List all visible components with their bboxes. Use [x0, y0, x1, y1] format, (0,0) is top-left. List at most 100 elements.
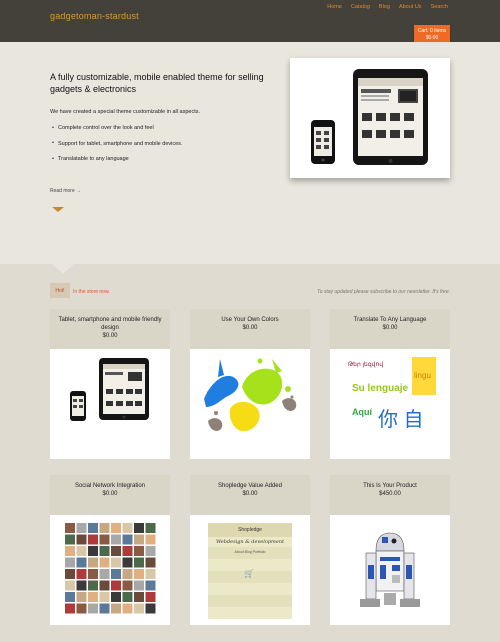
newsletter-note[interactable]: To stay updated please subscribe to our …	[317, 289, 450, 295]
avatar-thumb	[88, 603, 98, 614]
avatar-thumb	[88, 592, 98, 602]
feature-item: Support for tablet, smartphone and mobil…	[52, 140, 182, 147]
site-brand[interactable]: gadgetoman-stardust	[50, 11, 139, 21]
avatar-thumb	[76, 557, 87, 568]
product-price: $450.00	[379, 490, 401, 497]
avatar-thumb	[145, 546, 156, 556]
avatar-thumb	[122, 523, 133, 533]
product-name[interactable]: Shopledge Value Added	[196, 483, 304, 491]
lang-side-text: lingu	[414, 371, 431, 380]
avatar-thumb	[111, 580, 121, 591]
nav-about-us[interactable]: About Us	[399, 4, 422, 10]
section-notch	[52, 264, 74, 274]
avatar-thumb	[111, 603, 121, 614]
avatar-thumb	[76, 569, 87, 579]
product-price: $0.00	[382, 324, 398, 331]
avatar-thumb	[134, 603, 144, 614]
product-image-paint-splashes[interactable]	[190, 349, 310, 459]
avatar-thumb	[145, 603, 156, 614]
product-caption: Tablet, smartphone and mobile friendly d…	[50, 309, 170, 349]
avatar-thumb	[99, 557, 110, 568]
product-card[interactable]: Social Network Integration $0.00	[50, 475, 170, 625]
lang-armenian: Թեր լեզվով	[348, 362, 384, 368]
cart-icon: 🛒	[244, 569, 254, 578]
product-name[interactable]: Use Your Own Colors	[196, 317, 304, 325]
product-price: $0.00	[102, 490, 118, 497]
avatar-thumb	[76, 534, 87, 545]
avatar-thumb	[76, 523, 87, 533]
nav-blog[interactable]: Blog	[379, 4, 390, 10]
product-price: $0.00	[242, 490, 258, 497]
slide-indicator-icon[interactable]	[52, 207, 64, 212]
product-image-shopledge[interactable]: Shopledge Webdesign & development About …	[190, 515, 310, 625]
lang-aqui: Aquí	[352, 407, 372, 417]
product-card[interactable]: Translate To Any Language $0.00 lingu Թե…	[330, 309, 450, 459]
avatar-thumb	[145, 534, 156, 545]
avatar-thumb	[122, 546, 133, 556]
product-caption: Shopledge Value Added $0.00	[190, 475, 310, 515]
lang-chinese: 你 自	[378, 409, 424, 431]
avatar-thumb	[111, 557, 121, 568]
cart-items: Cart: 0 items	[417, 28, 447, 34]
product-name[interactable]: Translate To Any Language	[336, 317, 444, 325]
avatar-thumb	[134, 557, 144, 568]
avatar-thumb	[122, 603, 133, 614]
product-card[interactable]: This Is Your Product $450.00	[330, 475, 450, 625]
product-name[interactable]: Tablet, smartphone and mobile friendly d…	[56, 317, 164, 333]
nav-home[interactable]: Home	[327, 4, 342, 10]
nav-catalog[interactable]: Catalog	[351, 4, 370, 10]
avatar-thumb	[122, 557, 133, 568]
avatar-thumb	[99, 592, 110, 602]
avatar-thumb	[122, 592, 133, 602]
avatar-thumb	[65, 523, 75, 533]
product-price: $0.00	[102, 332, 118, 339]
avatar-thumb	[88, 557, 98, 568]
avatar-thumb	[111, 569, 121, 579]
product-caption: Use Your Own Colors $0.00	[190, 309, 310, 349]
hero-lead: We have created a special theme customiz…	[50, 109, 201, 115]
avatar-thumb	[65, 603, 75, 614]
hero-title: A fully customizable, mobile enabled the…	[50, 72, 264, 94]
avatar-thumb	[134, 592, 144, 602]
feature-item: Complete control over the look and feel	[52, 125, 182, 132]
avatar-thumb	[134, 546, 144, 556]
product-card[interactable]: Tablet, smartphone and mobile friendly d…	[50, 309, 170, 459]
avatar-thumb	[99, 569, 110, 579]
avatar-thumb	[65, 534, 75, 545]
product-image-devices[interactable]	[50, 349, 170, 459]
product-image-languages[interactable]: lingu Թեր լեզվով Su lenguaje Aquí 你 自	[330, 349, 450, 459]
product-price: $0.00	[242, 324, 258, 331]
nav-search[interactable]: Search	[431, 4, 448, 10]
product-card[interactable]: Shopledge Value Added $0.00 Shopledge We…	[190, 475, 310, 625]
avatar-thumb	[76, 580, 87, 591]
product-card[interactable]: Use Your Own Colors $0.00	[190, 309, 310, 459]
avatar-thumb	[99, 580, 110, 591]
lang-spanish: Su lenguaje	[352, 383, 409, 394]
avatar-thumb	[65, 592, 75, 602]
shopledge-page: Shopledge Webdesign & development About …	[208, 523, 292, 619]
avatar-thumb	[88, 569, 98, 579]
shopledge-script: Webdesign & development	[216, 539, 284, 545]
avatar-thumb	[134, 569, 144, 579]
hero-devices-image	[290, 58, 450, 178]
avatar-thumb	[88, 546, 98, 556]
product-caption: Social Network Integration $0.00	[50, 475, 170, 515]
avatar-thumb	[111, 592, 121, 602]
store-section: Hot! In the store now. To stay updated p…	[0, 264, 500, 642]
avatar-thumb	[145, 580, 156, 591]
avatar-thumb	[88, 534, 98, 545]
product-image-robot[interactable]	[330, 515, 450, 625]
shopledge-menu: About Blog Portfolio	[234, 550, 266, 554]
avatar-thumb	[134, 534, 144, 545]
hero-section: A fully customizable, mobile enabled the…	[0, 42, 500, 264]
product-name[interactable]: Social Network Integration	[56, 483, 164, 491]
cart-total: $0.00	[425, 35, 439, 41]
product-image-social-grid[interactable]	[50, 515, 170, 625]
product-name[interactable]: This Is Your Product	[336, 483, 444, 491]
hot-badge: Hot!	[50, 283, 70, 298]
read-more-link[interactable]: Read more →	[50, 188, 81, 194]
avatar-thumb	[122, 534, 133, 545]
avatar-thumb	[88, 580, 98, 591]
main-nav: Home Catalog Blog About Us Search	[327, 4, 448, 10]
avatar-thumb	[122, 569, 133, 579]
